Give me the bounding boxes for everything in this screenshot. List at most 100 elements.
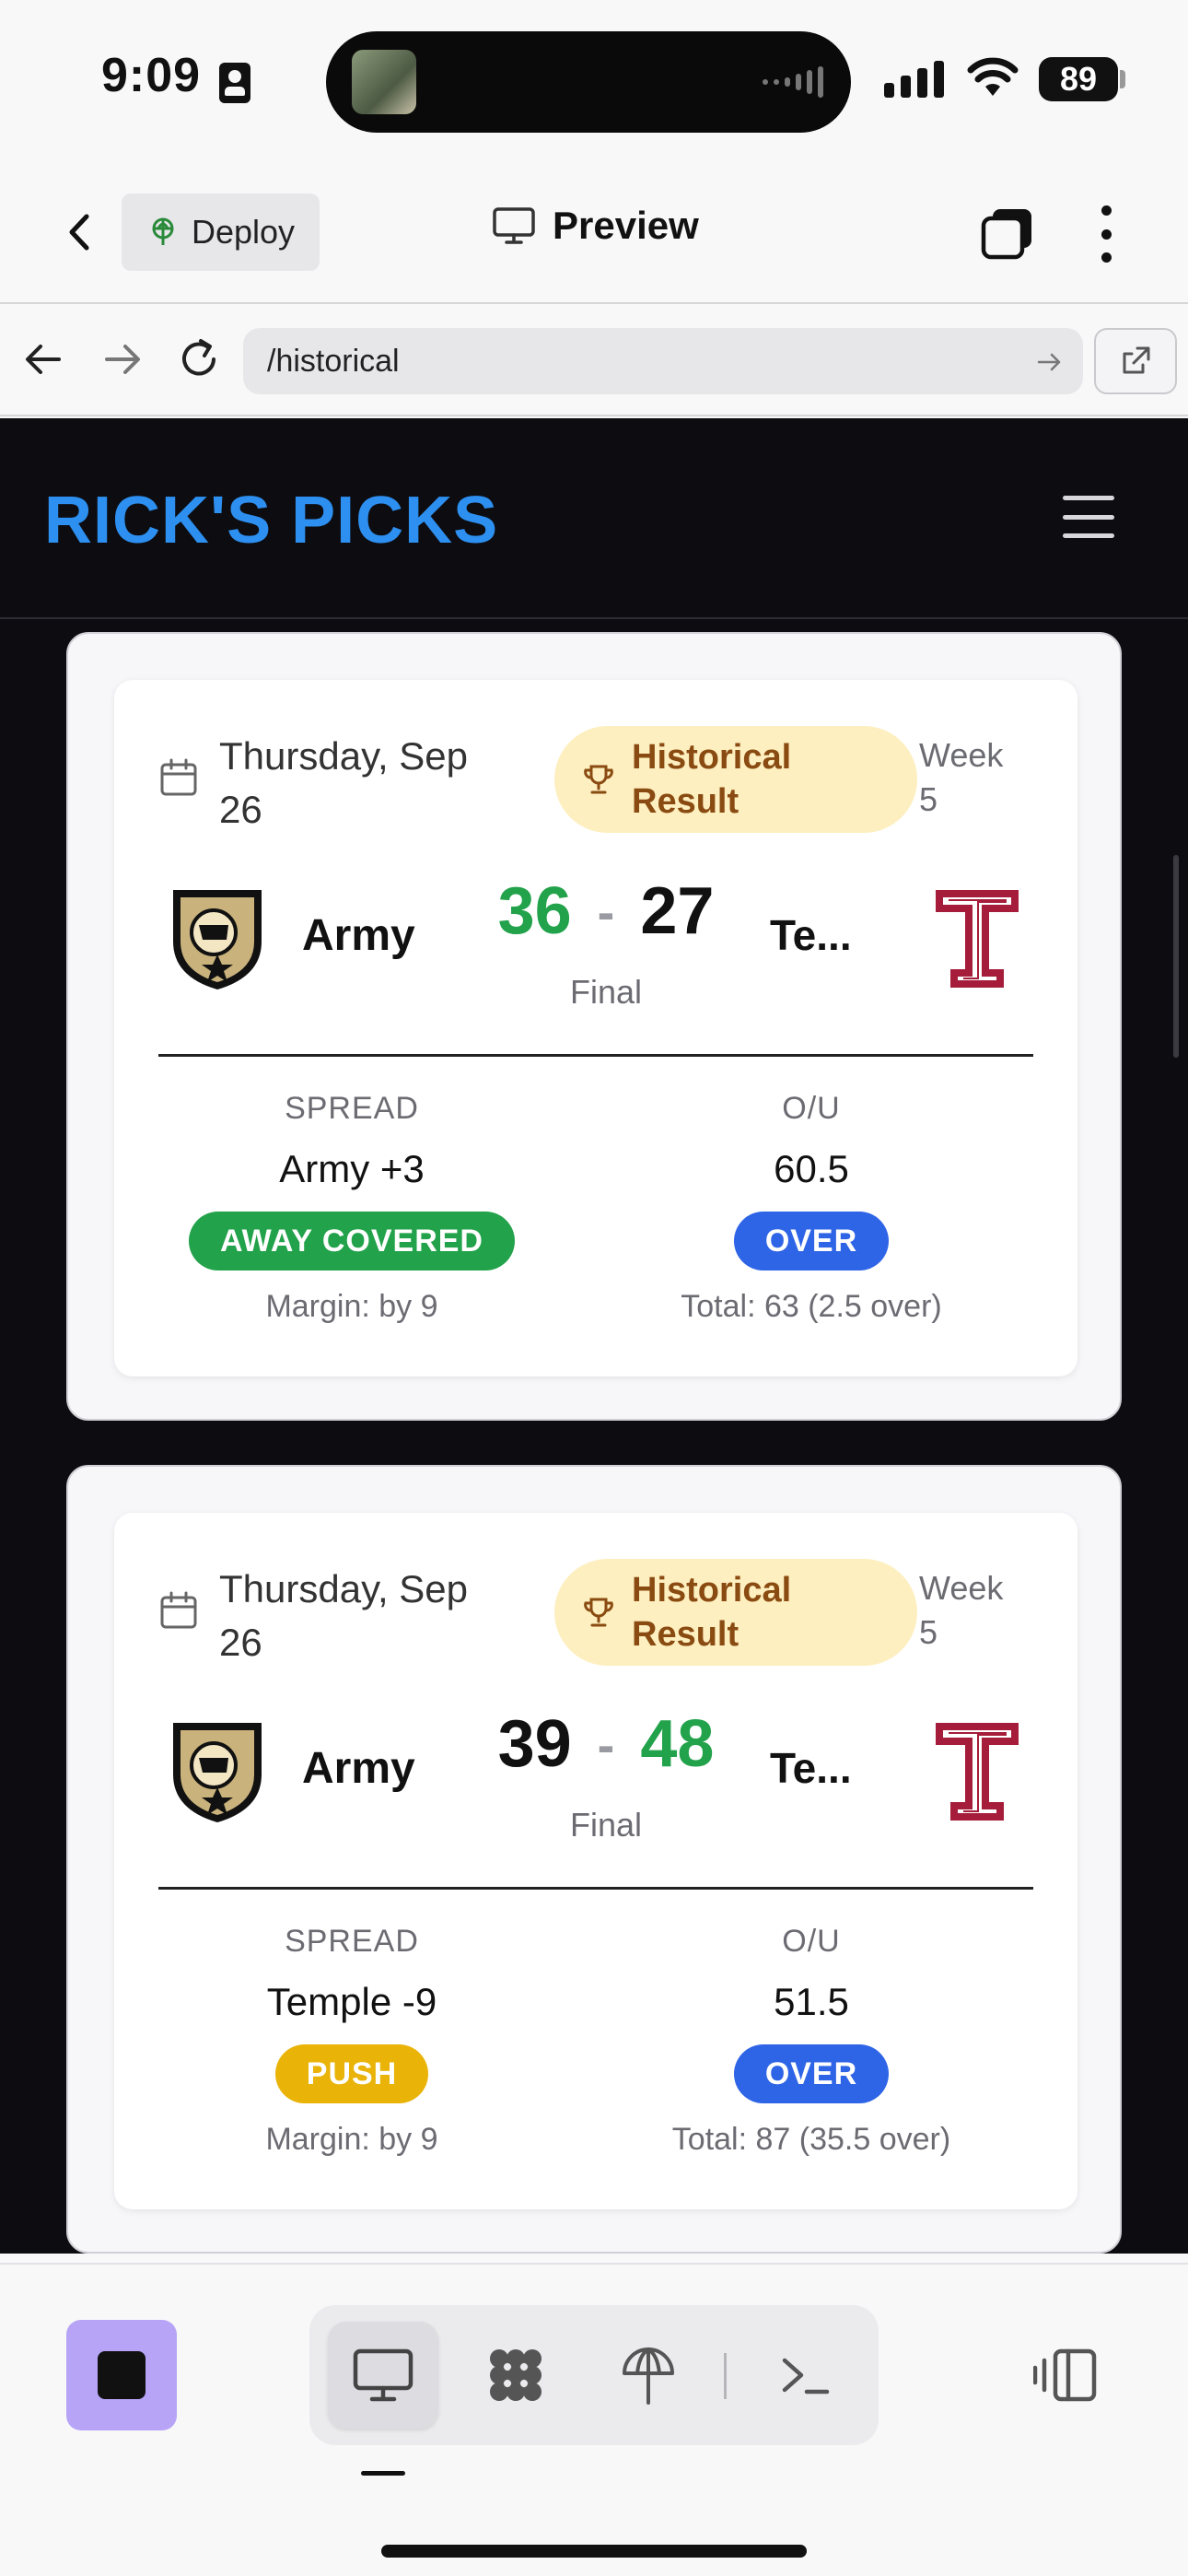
game-date-text: Thursday, Sep 26 (219, 1567, 469, 1664)
sidebar-toggle-icon[interactable] (1033, 2346, 1100, 2405)
status-bar: 9:09 89 (0, 0, 1188, 161)
army-logo-icon (173, 1723, 262, 1822)
card-divider (158, 1054, 1033, 1057)
card-divider (158, 1887, 1033, 1890)
spread-value: Temple -9 (266, 1980, 437, 2023)
status-time: 9:09 (101, 49, 202, 102)
spread-header: SPREAD (285, 1091, 419, 1126)
app-toolbar: Deploy Preview (0, 161, 1188, 304)
score-separator: - (597, 1715, 615, 1774)
historical-result-text: Historical Result (632, 738, 792, 821)
over-under-column: O/U 51.5 OVER Total: 87 (35.5 over) (609, 1924, 1014, 2158)
monitor-icon (353, 2348, 413, 2402)
deploy-globe-icon (623, 2347, 674, 2405)
home-indicator (381, 2545, 807, 2558)
game-status: Final (569, 1806, 643, 1844)
score-line: 39 - 48 (468, 1706, 744, 1782)
game-date: Thursday, Sep 26 (158, 1563, 514, 1669)
external-link-icon (1123, 346, 1150, 374)
wifi-icon (967, 57, 1019, 96)
army-logo-icon (173, 890, 262, 989)
spread-header: SPREAD (285, 1924, 419, 1959)
game-status: Final (569, 973, 643, 1011)
focus-id-icon (219, 63, 250, 103)
game-date: Thursday, Sep 26 (158, 730, 514, 837)
stop-button[interactable] (66, 2320, 177, 2430)
score-line: 36 - 27 (468, 873, 744, 949)
temple-logo-icon (936, 890, 1019, 988)
preview-title: Preview (492, 204, 699, 248)
trophy-icon (584, 765, 613, 794)
hamburger-icon[interactable] (1063, 496, 1114, 538)
deploy-button[interactable]: Deploy (122, 193, 320, 271)
historical-result-badge: Historical Result (554, 726, 917, 833)
agent-grid-icon (490, 2349, 542, 2401)
away-team-name: Army (302, 1744, 415, 1793)
terminal-icon (782, 2358, 830, 2395)
battery-tip (1120, 70, 1125, 88)
week-label: Week 5 (919, 1569, 1004, 1651)
spread-result-badge: AWAY COVERED (189, 1212, 515, 1270)
url-text: /historical (267, 343, 400, 379)
monitor-icon (493, 207, 535, 244)
scrollbar[interactable] (1173, 855, 1179, 1058)
away-team-name: Army (302, 911, 415, 960)
open-external-button[interactable] (1094, 328, 1177, 394)
week-label: Week 5 (919, 736, 1004, 818)
temple-logo-icon (936, 1723, 1019, 1821)
home-team-name: Te... (770, 1744, 852, 1792)
url-input[interactable]: /historical (243, 328, 1083, 394)
ai-agent-view-button[interactable] (460, 2322, 571, 2429)
away-score: 39 (497, 1707, 572, 1781)
over-under-column: O/U 60.5 OVER Total: 63 (2.5 over) (609, 1091, 1014, 1325)
preview-label: Preview (553, 204, 699, 247)
game-card-inner[interactable]: Thursday, Sep 26 Historical Result Week … (114, 1513, 1077, 2209)
trophy-icon (584, 1598, 613, 1627)
shell-view-button[interactable] (750, 2322, 860, 2429)
more-vertical-icon[interactable] (1092, 205, 1120, 263)
now-playing-artwork (352, 50, 416, 114)
ou-header: O/U (782, 1091, 841, 1126)
site-header: RICK'S PICKS (0, 418, 1188, 619)
ou-value: 60.5 (774, 1147, 849, 1190)
spread-result-badge: PUSH (274, 2044, 429, 2103)
deployments-view-button[interactable] (593, 2322, 704, 2429)
web-preview[interactable]: RICK'S PICKS Thursday, Sep 26 Historical… (0, 418, 1188, 2254)
site-logo[interactable]: RICK'S PICKS (44, 483, 498, 558)
arrow-right-icon[interactable] (96, 334, 147, 385)
preview-view-button[interactable] (328, 2322, 438, 2429)
stop-icon (98, 2351, 146, 2399)
cellular-signal-icon (884, 61, 944, 98)
chevron-left-icon[interactable] (57, 209, 103, 255)
ou-total: Total: 87 (35.5 over) (671, 2122, 951, 2157)
spread-column: SPREAD Army +3 AWAY COVERED Margin: by 9 (149, 1091, 554, 1325)
reload-icon[interactable] (173, 334, 225, 385)
tabs-icon[interactable] (980, 205, 1035, 261)
away-score: 36 (497, 874, 572, 948)
arrow-left-icon[interactable] (18, 334, 70, 385)
spread-column: SPREAD Temple -9 PUSH Margin: by 9 (149, 1924, 554, 2158)
ou-header: O/U (782, 1924, 841, 1959)
deploy-globe-icon (152, 217, 174, 245)
view-switcher (309, 2305, 879, 2445)
go-arrow-icon[interactable] (1035, 348, 1063, 376)
calendar-icon (160, 1591, 197, 1629)
active-view-indicator (361, 2471, 405, 2476)
segment-divider (724, 2353, 727, 2399)
bottom-toolbar (0, 2263, 1188, 2576)
game-date-text: Thursday, Sep 26 (219, 734, 469, 831)
score-separator: - (597, 882, 615, 941)
calendar-icon (160, 758, 197, 796)
historical-result-badge: Historical Result (554, 1559, 917, 1666)
spread-value: Army +3 (279, 1147, 425, 1190)
home-team-name: Te... (770, 911, 852, 959)
ou-total: Total: 63 (2.5 over) (681, 1289, 942, 1324)
browser-url-row: /historical (0, 306, 1188, 416)
battery-indicator: 89 (1039, 57, 1118, 101)
spread-margin: Margin: by 9 (265, 2122, 438, 2157)
dynamic-island[interactable] (326, 31, 851, 133)
home-score: 48 (640, 1707, 715, 1781)
deploy-label: Deploy (192, 213, 296, 251)
game-card: Thursday, Sep 26 Historical Result Week … (66, 1465, 1122, 2254)
game-card-inner[interactable]: Thursday, Sep 26 Historical Result Week … (114, 680, 1077, 1376)
